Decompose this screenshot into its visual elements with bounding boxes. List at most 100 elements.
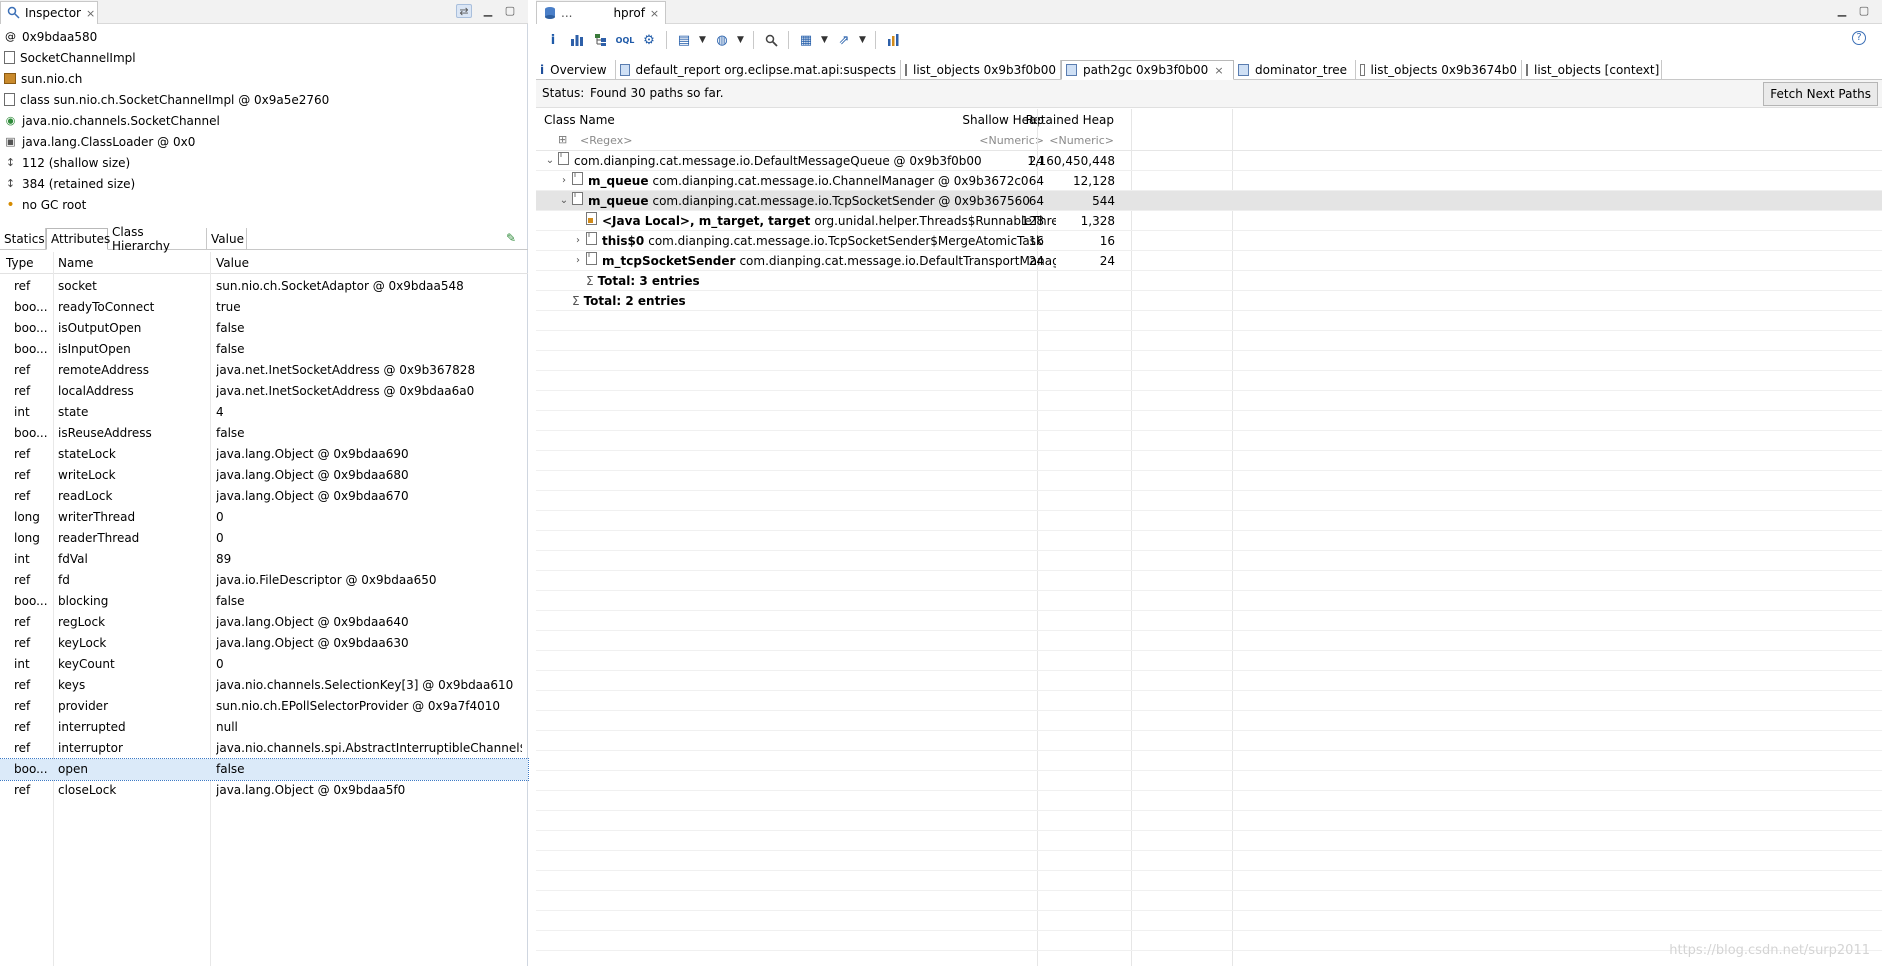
tab-label: default_report org.eclipse.mat.api:suspe…: [635, 63, 896, 77]
dominator-tree-icon[interactable]: [592, 31, 610, 49]
attribute-name: keyCount: [58, 657, 115, 671]
query-browser-icon[interactable]: ◍: [713, 31, 731, 49]
oql-icon[interactable]: OQL: [616, 31, 635, 49]
attribute-row[interactable]: ref localAddress java.net.InetSocketAddres…: [0, 381, 528, 402]
attribute-row[interactable]: ref fd java.io.FileDescriptor @ 0x9bdaa650: [0, 570, 528, 591]
tab-class-hierarchy[interactable]: Class Hierarchy: [108, 225, 207, 253]
thread-overview-icon[interactable]: ⚙: [640, 31, 658, 49]
attribute-row[interactable]: boo... readyToConnect true: [0, 297, 528, 318]
attribute-row[interactable]: ref interruptor java.nio.channels.spi.Abst…: [0, 738, 528, 759]
chevron-down-icon[interactable]: ▼: [859, 35, 867, 45]
tab-path2gc[interactable]: path2gc 0x9b3f0b00 ×: [1061, 60, 1234, 80]
column-retained-heap[interactable]: Retained Heap: [1022, 109, 1114, 131]
column-name[interactable]: Name: [52, 252, 208, 274]
tree-row[interactable]: › m_queue com.dianping.cat.message.io.Chan…: [536, 171, 1882, 191]
tab-attributes[interactable]: Attributes: [46, 228, 110, 250]
histogram-icon[interactable]: [568, 31, 586, 49]
tree-row[interactable]: ⌄ m_queue com.dianping.cat.message.io.TcpS…: [536, 191, 1882, 211]
tree-total-row[interactable]: Σ Total: 2 entries: [536, 291, 1882, 311]
object-address: 0x9bdaa580: [22, 29, 98, 44]
close-icon[interactable]: ×: [1214, 64, 1223, 77]
attribute-row[interactable]: ref keyLock java.lang.Object @ 0x9bdaa630: [0, 633, 528, 654]
help-icon[interactable]: ?: [1852, 31, 1866, 45]
attribute-row[interactable]: ref keys java.nio.channels.SelectionKey[3]…: [0, 675, 528, 696]
tab-list-objects-2[interactable]: list_objects 0x9b3674b0: [1356, 60, 1522, 80]
attribute-name: writerThread: [58, 510, 136, 524]
attribute-row[interactable]: ref writeLock java.lang.Object @ 0x9bdaa68…: [0, 465, 528, 486]
attribute-row[interactable]: long readerThread 0: [0, 528, 528, 549]
attribute-row[interactable]: ref regLock java.lang.Object @ 0x9bdaa640: [0, 612, 528, 633]
maximize-icon[interactable]: ▢: [502, 4, 518, 18]
chevron-down-icon[interactable]: ⌄: [558, 191, 570, 211]
attribute-value: java.io.FileDescriptor @ 0x9bdaa650: [216, 573, 437, 587]
column-value[interactable]: Value: [210, 252, 510, 274]
tab-default-report[interactable]: default_report org.eclipse.mat.api:suspe…: [616, 60, 901, 80]
tab-dominator-tree[interactable]: dominator_tree: [1234, 60, 1356, 80]
tab-list-objects-context[interactable]: list_objects [context]: [1522, 60, 1662, 80]
attribute-row[interactable]: ref readLock java.lang.Object @ 0x9bdaa670: [0, 486, 528, 507]
group-by-icon[interactable]: ▦: [797, 31, 815, 49]
export-chart-icon[interactable]: [884, 31, 902, 49]
attribute-row[interactable]: boo... isReuseAddress false: [0, 423, 528, 444]
tree-row[interactable]: <Java Local>, m_target, target org.unidal…: [536, 211, 1882, 231]
tab-statics[interactable]: Statics: [0, 228, 46, 250]
column-type[interactable]: Type: [0, 252, 54, 274]
chevron-down-icon[interactable]: ▼: [821, 35, 829, 45]
attribute-row[interactable]: ref socket sun.nio.ch.SocketAdaptor @ 0x9b…: [0, 276, 528, 297]
chevron-right-icon[interactable]: ›: [572, 231, 584, 251]
tree-row[interactable]: › m_tcpSocketSender com.dianping.cat.messa…: [536, 251, 1882, 271]
info-icon: i: [540, 63, 545, 77]
attribute-row[interactable]: boo... open false: [0, 758, 529, 781]
attribute-row[interactable]: ref remoteAddress java.net.InetSocketAddre…: [0, 360, 528, 381]
inspector-tab[interactable]: Inspector ×: [0, 1, 98, 24]
object-icon: [572, 171, 584, 191]
tab-list-objects-1[interactable]: list_objects 0x9b3f0b00: [901, 60, 1061, 80]
close-icon[interactable]: ×: [650, 7, 659, 20]
attribute-row[interactable]: ref stateLock java.lang.Object @ 0x9bdaa69…: [0, 444, 528, 465]
overview-info-icon[interactable]: i: [544, 31, 562, 49]
attribute-value: false: [216, 762, 245, 776]
editor-tab-hprof[interactable]: ... hprof ×: [536, 1, 666, 24]
attribute-row[interactable]: ref provider sun.nio.ch.EPollSelectorProvi…: [0, 696, 528, 717]
attribute-value: false: [216, 426, 245, 440]
attribute-row[interactable]: ref interrupted null: [0, 717, 528, 738]
java-local-icon: [586, 211, 598, 231]
tree-row[interactable]: › this$0 com.dianping.cat.message.io.TcpSo…: [536, 231, 1882, 251]
attribute-row[interactable]: int state 4: [0, 402, 528, 423]
close-icon[interactable]: ×: [86, 7, 95, 20]
chevron-down-icon[interactable]: ⌄: [544, 151, 556, 171]
path-icon: [1066, 64, 1077, 76]
maximize-icon[interactable]: ▢: [1856, 4, 1872, 18]
attribute-row[interactable]: int keyCount 0: [0, 654, 528, 675]
chevron-down-icon[interactable]: ▼: [699, 35, 707, 45]
regex-filter-input[interactable]: <Regex>: [580, 134, 632, 147]
superclass-row: ◉ java.nio.channels.SocketChannel: [4, 110, 220, 131]
fetch-next-paths-button[interactable]: Fetch Next Paths: [1763, 82, 1878, 106]
attribute-name: fdVal: [58, 552, 88, 566]
chevron-right-icon[interactable]: ›: [572, 251, 584, 271]
calculate-retained-icon[interactable]: ⇗: [835, 31, 853, 49]
attribute-row[interactable]: boo... blocking false: [0, 591, 528, 612]
search-icon[interactable]: [762, 31, 780, 49]
tab-value[interactable]: Value: [207, 228, 247, 250]
attribute-value: sun.nio.ch.EPollSelectorProvider @ 0x9a7…: [216, 699, 501, 713]
tab-overview[interactable]: i Overview: [536, 60, 616, 80]
minimize-icon[interactable]: ▁: [1834, 4, 1850, 18]
pin-icon[interactable]: ✎: [506, 231, 516, 245]
chevron-right-icon[interactable]: ›: [558, 171, 570, 191]
attribute-row[interactable]: long writerThread 0: [0, 507, 528, 528]
attribute-row[interactable]: ref closeLock java.lang.Object @ 0x9bdaa5f…: [0, 780, 528, 801]
attribute-row[interactable]: boo... isInputOpen false: [0, 339, 528, 360]
attribute-row[interactable]: boo... isOutputOpen false: [0, 318, 528, 339]
link-with-editor-icon[interactable]: ⇄: [456, 4, 472, 18]
minimize-icon[interactable]: ▁: [480, 4, 496, 18]
attribute-row[interactable]: int fdVal 89: [0, 549, 528, 570]
chevron-down-icon[interactable]: ▼: [737, 35, 745, 45]
tree-row[interactable]: ⌄ com.dianping.cat.message.io.DefaultMess…: [536, 151, 1882, 171]
retained-filter-input[interactable]: <Numeric>: [1022, 134, 1114, 147]
tree-total-row[interactable]: Σ Total: 3 entries: [536, 271, 1882, 291]
field-name: m_queue: [588, 174, 649, 188]
column-class-name[interactable]: Class Name: [544, 109, 944, 131]
run-report-icon[interactable]: ▤: [675, 31, 693, 49]
attribute-type: ref: [14, 699, 31, 713]
